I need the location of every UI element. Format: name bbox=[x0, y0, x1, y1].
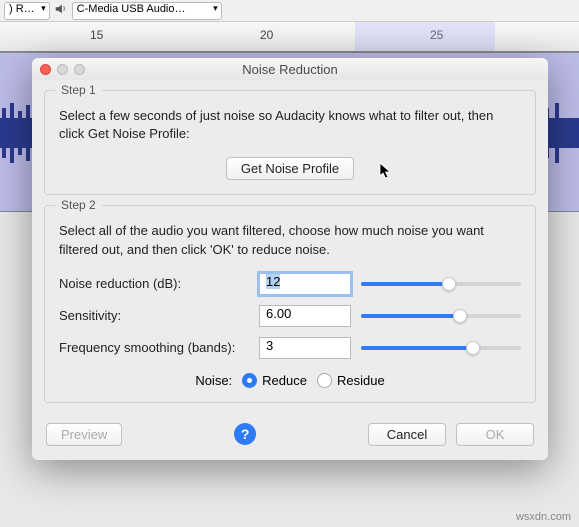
preview-button[interactable]: Preview bbox=[46, 423, 122, 446]
cursor-icon bbox=[379, 163, 393, 181]
help-icon[interactable]: ? bbox=[234, 423, 256, 445]
app-toolbar: ) R… C-Media USB Audio… bbox=[0, 0, 579, 22]
noise-mode-row: Noise: Reduce Residue bbox=[59, 373, 521, 388]
noise-reduction-slider[interactable] bbox=[361, 273, 521, 295]
ruler-label: 15 bbox=[90, 28, 103, 42]
step1-group: Step 1 Select a few seconds of just nois… bbox=[44, 90, 536, 195]
sensitivity-slider[interactable] bbox=[361, 305, 521, 327]
frequency-smoothing-slider[interactable] bbox=[361, 337, 521, 359]
ruler-highlight bbox=[355, 22, 495, 51]
ruler-label: 20 bbox=[260, 28, 273, 42]
sensitivity-input[interactable]: 6.00 bbox=[259, 305, 351, 327]
frequency-smoothing-label: Frequency smoothing (bands): bbox=[59, 340, 249, 355]
sensitivity-label: Sensitivity: bbox=[59, 308, 249, 323]
step2-text: Select all of the audio you want filtere… bbox=[59, 222, 521, 258]
step1-text: Select a few seconds of just noise so Au… bbox=[59, 107, 521, 143]
ok-button[interactable]: OK bbox=[456, 423, 534, 446]
sensitivity-row: Sensitivity: 6.00 bbox=[59, 305, 521, 327]
dialog-button-row: Preview ? Cancel OK bbox=[32, 413, 548, 460]
cancel-button[interactable]: Cancel bbox=[368, 423, 446, 446]
residue-radio[interactable]: Residue bbox=[317, 373, 385, 388]
noise-reduction-label: Noise reduction (dB): bbox=[59, 276, 249, 291]
get-noise-profile-button[interactable]: Get Noise Profile bbox=[226, 157, 354, 180]
step2-group: Step 2 Select all of the audio you want … bbox=[44, 205, 536, 402]
watermark: wsxdn.com bbox=[516, 511, 571, 523]
noise-reduction-input[interactable]: 12 bbox=[259, 273, 351, 295]
frequency-smoothing-input[interactable]: 3 bbox=[259, 337, 351, 359]
frequency-smoothing-row: Frequency smoothing (bands): 3 bbox=[59, 337, 521, 359]
radio-unchecked-icon bbox=[317, 373, 332, 388]
noise-reduction-dialog: Noise Reduction Step 1 Select a few seco… bbox=[32, 58, 548, 460]
noise-reduction-row: Noise reduction (dB): 12 bbox=[59, 273, 521, 295]
speaker-icon bbox=[54, 2, 68, 19]
toolbar-select-left[interactable]: ) R… bbox=[4, 2, 50, 20]
step1-legend: Step 1 bbox=[55, 83, 102, 97]
dialog-titlebar[interactable]: Noise Reduction bbox=[32, 58, 548, 80]
noise-mode-label: Noise: bbox=[195, 373, 232, 388]
dialog-title: Noise Reduction bbox=[32, 62, 548, 77]
step2-legend: Step 2 bbox=[55, 198, 102, 212]
timeline-ruler[interactable]: 15 20 25 bbox=[0, 22, 579, 52]
reduce-radio[interactable]: Reduce bbox=[242, 373, 307, 388]
radio-checked-icon bbox=[242, 373, 257, 388]
output-device-select[interactable]: C-Media USB Audio… bbox=[72, 2, 222, 20]
